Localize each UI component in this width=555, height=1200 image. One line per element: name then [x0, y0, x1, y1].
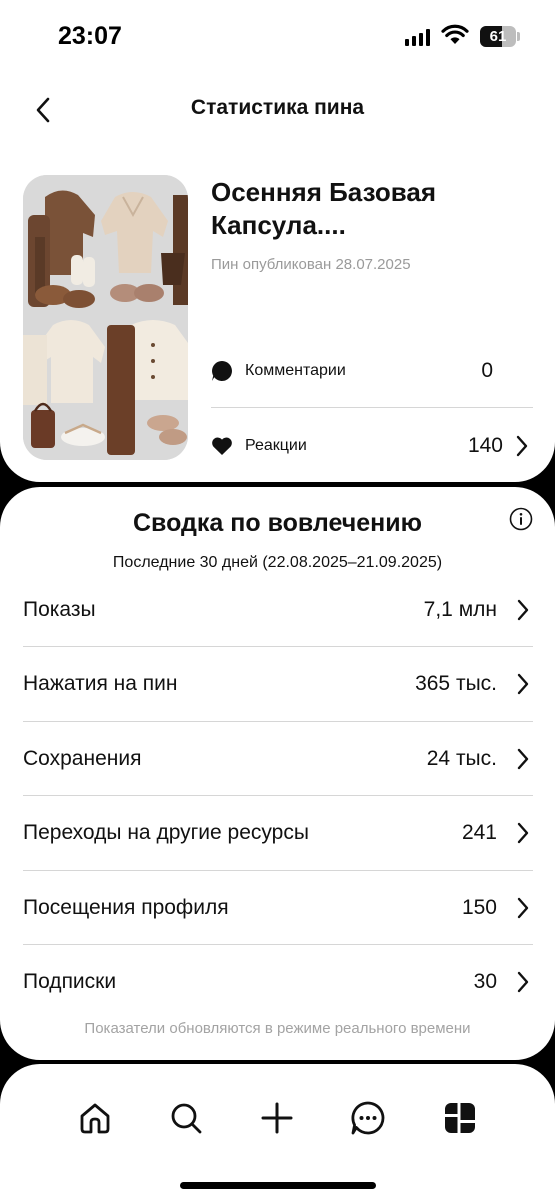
nav-search[interactable] — [166, 1098, 206, 1138]
metric-value: 150 — [461, 896, 497, 919]
heart-icon — [211, 435, 233, 457]
wifi-icon — [441, 24, 469, 44]
metric-row[interactable]: Показы 7,1 млн — [23, 573, 533, 647]
plus-icon — [261, 1102, 293, 1134]
dashboard-icon — [445, 1103, 475, 1133]
chevron-right-icon — [513, 598, 533, 622]
nav-create[interactable] — [257, 1098, 297, 1138]
page-title: Статистика пина — [190, 96, 365, 119]
cellular-signal-icon — [405, 28, 430, 46]
metric-label: Подписки — [23, 970, 117, 993]
search-icon — [171, 1103, 202, 1134]
metric-value: 7,1 млн — [423, 598, 497, 621]
metric-row[interactable]: Сохранения 24 тыс. — [23, 722, 533, 796]
reactions-row[interactable]: Реакции 140 — [211, 428, 533, 464]
reactions-label: Реакции — [245, 437, 307, 454]
info-icon[interactable] — [509, 507, 533, 531]
battery-percent: 61 — [489, 28, 507, 45]
pin-thumbnail[interactable] — [23, 175, 188, 460]
comments-label: Комментарии — [245, 362, 346, 379]
metric-value: 30 — [473, 970, 497, 993]
chevron-right-icon — [513, 672, 533, 696]
metric-row[interactable]: Подписки 30 — [23, 945, 533, 1019]
metric-value: 241 — [461, 821, 497, 844]
battery-icon: 61 — [480, 26, 516, 47]
engagement-title: Сводка по вовлечению — [132, 509, 422, 537]
divider — [211, 407, 533, 408]
metric-value: 365 тыс. — [415, 672, 497, 695]
nav-dashboard[interactable] — [440, 1098, 480, 1138]
metric-row[interactable]: Нажатия на пин 365 тыс. — [23, 647, 533, 721]
metric-row[interactable]: Посещения профиля 150 — [23, 871, 533, 945]
comments-value: 0 — [481, 359, 493, 382]
messages-icon — [351, 1101, 385, 1135]
chevron-right-icon — [513, 896, 533, 920]
chevron-right-icon — [513, 747, 533, 771]
realtime-footnote: Показатели обновляются в режиме реальног… — [84, 1020, 471, 1037]
metric-row[interactable]: Переходы на другие ресурсы 241 — [23, 796, 533, 870]
pin-title-line-2: Капсула.... — [211, 210, 346, 240]
metric-label: Переходы на другие ресурсы — [23, 821, 309, 844]
pin-title-line-1: Осенняя Базовая — [211, 177, 437, 207]
pin-published-date: Пин опубликован 28.07.2025 — [211, 256, 411, 273]
outfit-collage-image — [23, 175, 188, 460]
chevron-right-icon — [513, 970, 533, 994]
engagement-period: Последние 30 дней (22.08.2025–21.09.2025… — [112, 554, 443, 571]
nav-home[interactable] — [75, 1098, 115, 1138]
metric-label: Показы — [23, 598, 96, 621]
metric-label: Посещения профиля — [23, 896, 229, 919]
status-time: 23:07 — [58, 22, 122, 50]
metric-label: Нажатия на пин — [23, 672, 178, 695]
comments-row: Комментарии 0 — [211, 353, 533, 389]
battery-tip — [517, 32, 520, 41]
comment-bubble-icon — [211, 360, 233, 382]
home-icon — [80, 1103, 110, 1134]
metric-label: Сохранения — [23, 747, 142, 770]
chevron-right-icon — [513, 821, 533, 845]
chevron-right-icon — [511, 435, 533, 457]
pin-title: Осенняя Базовая Капсула.... — [211, 176, 531, 242]
home-indicator — [180, 1182, 376, 1189]
metric-value: 24 тыс. — [426, 747, 497, 770]
nav-messages[interactable] — [348, 1098, 388, 1138]
reactions-value: 140 — [467, 434, 503, 457]
